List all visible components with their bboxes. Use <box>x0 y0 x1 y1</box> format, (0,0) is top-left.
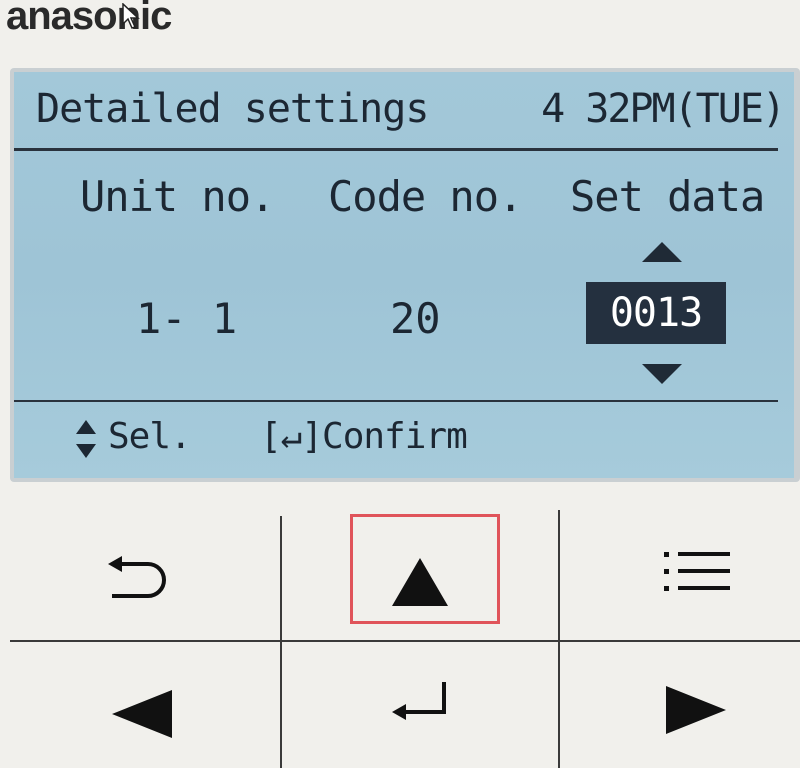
right-button[interactable] <box>562 644 798 768</box>
mouse-cursor-icon <box>122 3 140 29</box>
keypad-divider <box>280 516 282 768</box>
column-header-unit-no: Unit no. <box>80 172 275 221</box>
left-arrow-icon <box>112 690 172 738</box>
column-header-code-no: Code no. <box>328 172 523 221</box>
menu-button[interactable] <box>562 512 798 638</box>
menu-list-icon <box>664 552 730 591</box>
back-icon <box>108 556 166 598</box>
set-data-up-indicator-icon <box>642 242 682 262</box>
set-data-value: 0013 <box>586 282 726 344</box>
footer-select-hint: Sel. <box>108 416 192 457</box>
clock-display: 4 32PM(TUE) <box>541 86 786 132</box>
left-button[interactable] <box>12 644 278 768</box>
lcd-header: Detailed settings 4 32PM(TUE) <box>14 72 786 151</box>
highlight-box <box>350 514 500 624</box>
keypad-divider <box>10 640 800 642</box>
lcd-screen: Detailed settings 4 32PM(TUE) Unit no. C… <box>14 72 794 478</box>
unit-no-value: 1- 1 <box>136 294 238 343</box>
enter-button[interactable] <box>284 644 556 768</box>
column-header-set-data: Set data <box>570 172 765 221</box>
up-down-select-icon <box>76 420 96 460</box>
code-no-value: 20 <box>390 294 441 343</box>
right-arrow-icon <box>666 686 726 734</box>
back-button[interactable] <box>12 512 278 638</box>
brand-logo: anasonic <box>6 0 172 38</box>
footer-confirm-hint: [↵]Confirm <box>260 416 468 457</box>
screen-title: Detailed settings <box>36 86 429 132</box>
enter-icon <box>392 682 446 720</box>
keypad-divider <box>558 510 560 768</box>
lcd-footer: Sel. [↵]Confirm <box>14 400 778 478</box>
set-data-down-indicator-icon <box>642 364 682 384</box>
